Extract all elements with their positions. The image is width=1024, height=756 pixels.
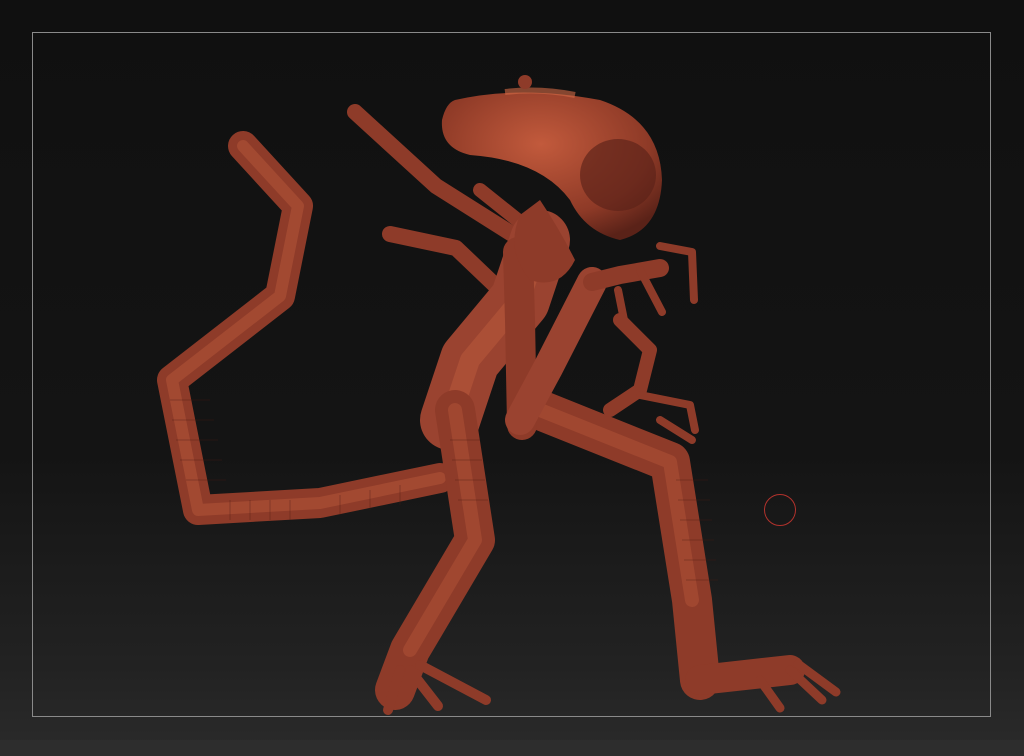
canvas-frame	[32, 32, 991, 717]
brush-cursor-icon	[764, 494, 796, 526]
document-viewport[interactable]	[0, 0, 1024, 756]
bottom-strip	[0, 740, 1024, 756]
